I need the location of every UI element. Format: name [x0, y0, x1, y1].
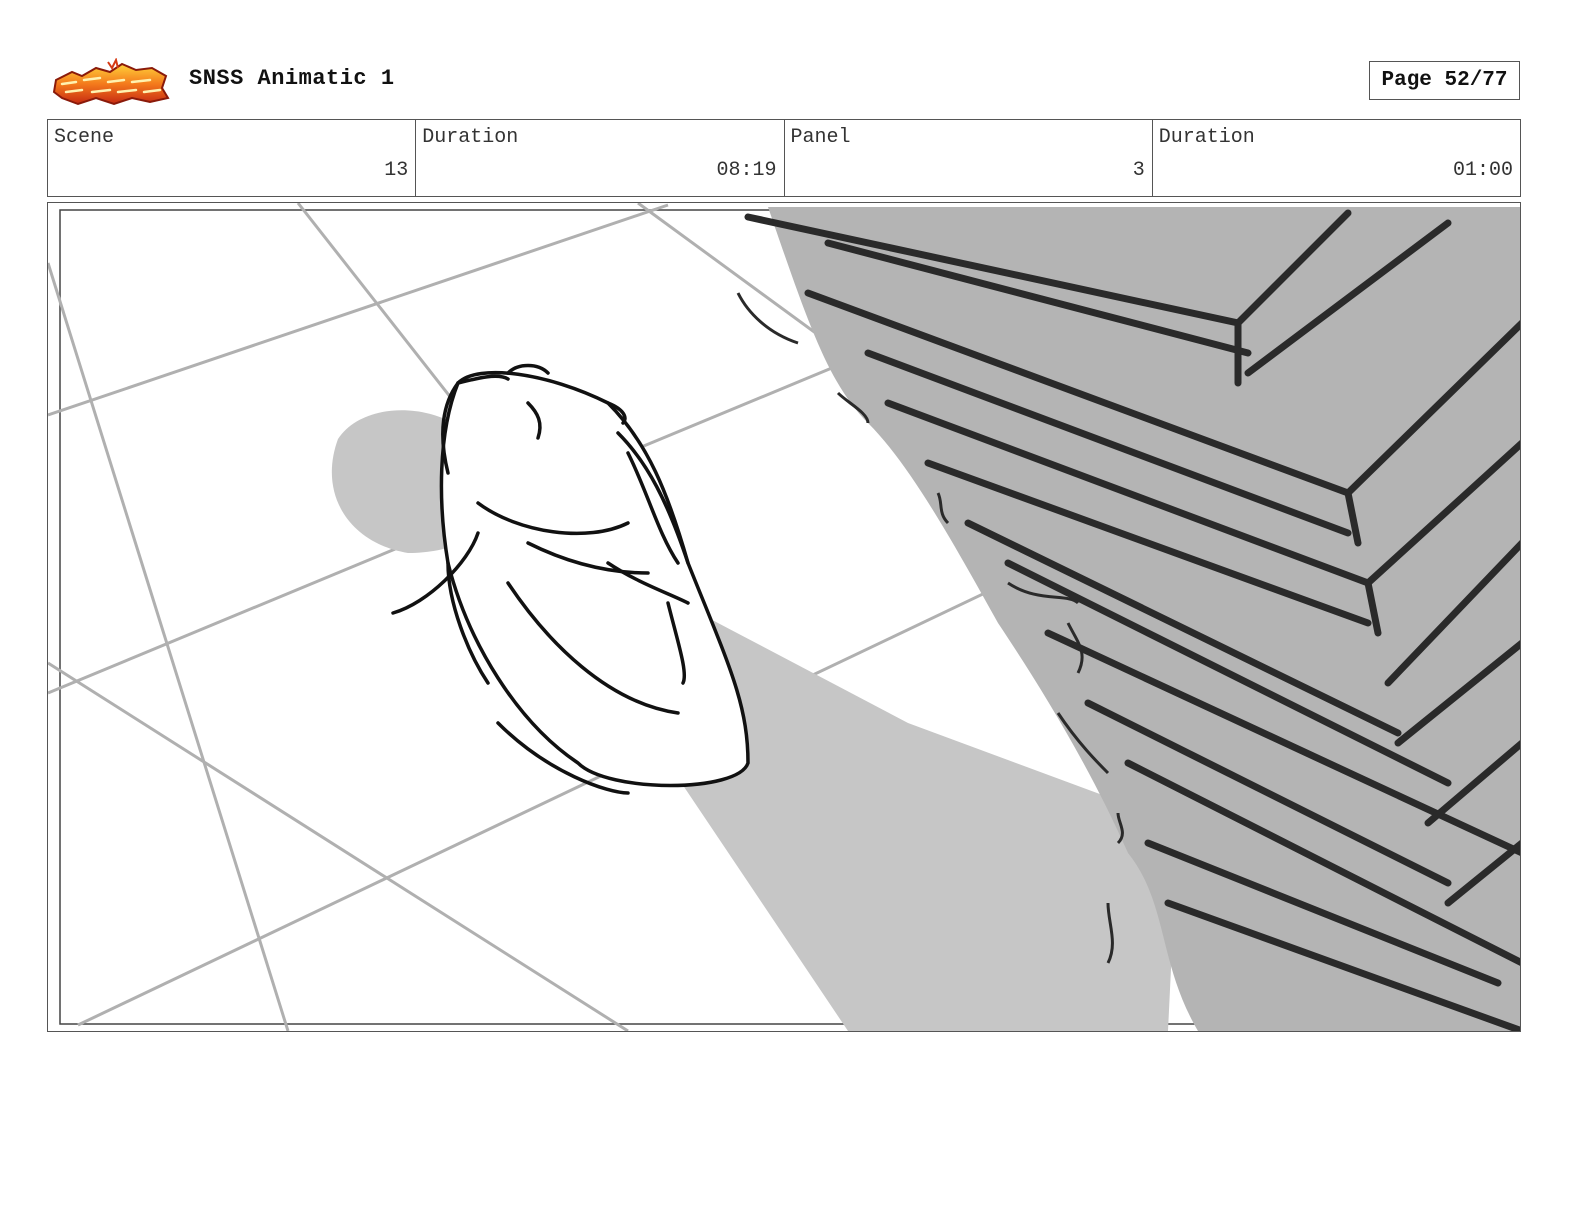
snss-logo-icon — [52, 57, 170, 108]
scene-value: 13 — [384, 159, 409, 182]
scene-duration-value: 08:19 — [716, 159, 777, 182]
storyboard-sketch-image — [48, 203, 1520, 1031]
panel-label: Panel — [790, 126, 851, 149]
storyboard-panel — [47, 202, 1521, 1032]
panel-value: 3 — [1132, 159, 1145, 182]
panel-duration-value: 01:00 — [1452, 159, 1513, 182]
panel-info-table: Scene 13 Duration 08:19 Panel 3 Duration… — [47, 119, 1521, 197]
document-title: SNSS Animatic 1 — [189, 66, 395, 91]
page-number-box: Page 52/77 — [1369, 61, 1520, 100]
panel-cell: Panel 3 — [785, 120, 1153, 196]
scene-cell: Scene 13 — [48, 120, 417, 196]
page-number-label: Page 52/77 — [1381, 69, 1508, 92]
panel-duration-label: Duration — [1158, 126, 1255, 149]
scene-duration-cell: Duration 08:19 — [416, 120, 785, 196]
scene-duration-label: Duration — [422, 126, 519, 149]
scene-label: Scene — [54, 126, 115, 149]
panel-duration-cell: Duration 01:00 — [1153, 120, 1520, 196]
